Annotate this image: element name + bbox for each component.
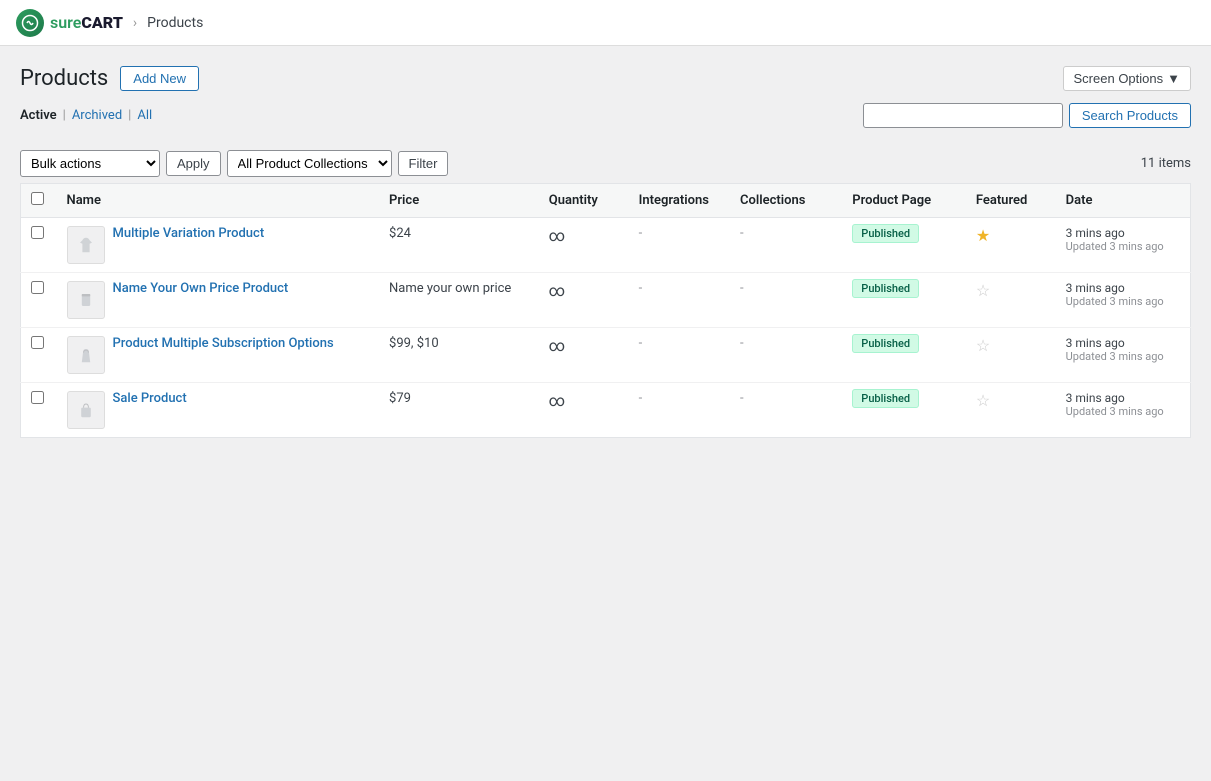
featured-star-icon[interactable]: ☆ bbox=[976, 281, 990, 300]
filter-button[interactable]: Filter bbox=[398, 151, 449, 176]
product-integrations-cell: - bbox=[629, 383, 730, 438]
bulk-actions-select[interactable]: Bulk actions bbox=[20, 150, 160, 177]
product-featured-cell: ☆ bbox=[966, 328, 1056, 383]
product-name-cell: Name Your Own Price Product bbox=[57, 273, 380, 328]
page-header: Products Add New Screen Options ▼ bbox=[20, 66, 1191, 91]
page-header-left: Products Add New bbox=[20, 66, 199, 91]
col-header-integrations: Integrations bbox=[629, 184, 730, 218]
product-name-cell: Product Multiple Subscription Options bbox=[57, 328, 380, 383]
col-header-price: Price bbox=[379, 184, 539, 218]
product-collections-cell: - bbox=[730, 218, 842, 273]
row-checkbox[interactable] bbox=[31, 391, 44, 404]
product-collections-cell: - bbox=[730, 273, 842, 328]
row-checkbox-cell bbox=[21, 218, 57, 273]
product-date-cell: 3 mins ago Updated 3 mins ago bbox=[1056, 383, 1191, 438]
table-row: Product Multiple Subscription Options $9… bbox=[21, 328, 1191, 383]
screen-options-label: Screen Options bbox=[1074, 71, 1164, 86]
top-bar: sureCART › Products bbox=[0, 0, 1211, 46]
product-thumbnail bbox=[67, 391, 105, 429]
product-name-link[interactable]: Name Your Own Price Product bbox=[113, 281, 289, 296]
filter-archived-link[interactable]: Archived bbox=[72, 108, 122, 123]
product-price-cell: $99, $10 bbox=[379, 328, 539, 383]
col-header-product-page: Product Page bbox=[842, 184, 966, 218]
products-table: Name Price Quantity Integrations Collect… bbox=[20, 183, 1191, 438]
product-quantity-cell: ∞ bbox=[539, 218, 629, 273]
product-thumbnail bbox=[67, 226, 105, 264]
product-date-cell: 3 mins ago Updated 3 mins ago bbox=[1056, 273, 1191, 328]
breadcrumb-products: Products bbox=[147, 15, 203, 31]
product-price-cell: Name your own price bbox=[379, 273, 539, 328]
product-name-link[interactable]: Sale Product bbox=[113, 391, 187, 406]
sep1: | bbox=[63, 108, 66, 123]
item-count: 11 items bbox=[1141, 156, 1191, 171]
logo-icon bbox=[16, 9, 44, 37]
product-featured-cell: ☆ bbox=[966, 383, 1056, 438]
product-featured-cell: ★ bbox=[966, 218, 1056, 273]
col-header-name: Name bbox=[57, 184, 380, 218]
search-row: Search Products bbox=[863, 103, 1191, 128]
row-checkbox-cell bbox=[21, 328, 57, 383]
product-page-cell: Published bbox=[842, 383, 966, 438]
table-row: Multiple Variation Product $24 ∞ - - Pub… bbox=[21, 218, 1191, 273]
product-page-cell: Published bbox=[842, 328, 966, 383]
product-name-cell: Sale Product bbox=[57, 383, 380, 438]
product-thumbnail bbox=[67, 336, 105, 374]
add-new-button[interactable]: Add New bbox=[120, 66, 199, 91]
product-thumbnail bbox=[67, 281, 105, 319]
product-quantity-cell: ∞ bbox=[539, 383, 629, 438]
page-title: Products bbox=[20, 66, 108, 91]
chevron-down-icon: ▼ bbox=[1167, 71, 1180, 86]
tablenav-left: Bulk actions Apply All Product Collectio… bbox=[20, 150, 448, 177]
logo: sureCART bbox=[16, 9, 123, 37]
table-row: Name Your Own Price Product Name your ow… bbox=[21, 273, 1191, 328]
select-all-checkbox[interactable] bbox=[31, 192, 44, 205]
product-collections-cell: - bbox=[730, 383, 842, 438]
product-price-cell: $79 bbox=[379, 383, 539, 438]
product-price-cell: $24 bbox=[379, 218, 539, 273]
sep2: | bbox=[128, 108, 131, 123]
product-featured-cell: ☆ bbox=[966, 273, 1056, 328]
row-checkbox-cell bbox=[21, 383, 57, 438]
table-row: Sale Product $79 ∞ - - Published ☆ 3 min… bbox=[21, 383, 1191, 438]
row-checkbox-cell bbox=[21, 273, 57, 328]
product-quantity-cell: ∞ bbox=[539, 273, 629, 328]
product-date-cell: 3 mins ago Updated 3 mins ago bbox=[1056, 328, 1191, 383]
screen-options-button[interactable]: Screen Options ▼ bbox=[1063, 66, 1191, 91]
row-checkbox[interactable] bbox=[31, 336, 44, 349]
filter-all-link[interactable]: All bbox=[137, 108, 152, 123]
row-checkbox[interactable] bbox=[31, 226, 44, 239]
row-checkbox[interactable] bbox=[31, 281, 44, 294]
col-header-date: Date bbox=[1056, 184, 1191, 218]
search-input[interactable] bbox=[863, 103, 1063, 128]
select-all-header bbox=[21, 184, 57, 218]
col-header-collections: Collections bbox=[730, 184, 842, 218]
product-integrations-cell: - bbox=[629, 328, 730, 383]
collections-filter-select[interactable]: All Product Collections bbox=[227, 150, 392, 177]
col-header-quantity: Quantity bbox=[539, 184, 629, 218]
table-header-row: Name Price Quantity Integrations Collect… bbox=[21, 184, 1191, 218]
status-filter-nav: Active | Archived | All bbox=[20, 108, 152, 123]
product-integrations-cell: - bbox=[629, 273, 730, 328]
product-date-cell: 3 mins ago Updated 3 mins ago bbox=[1056, 218, 1191, 273]
search-products-button[interactable]: Search Products bbox=[1069, 103, 1191, 128]
product-page-cell: Published bbox=[842, 218, 966, 273]
logo-text: sureCART bbox=[50, 13, 123, 32]
product-page-cell: Published bbox=[842, 273, 966, 328]
filter-active-link[interactable]: Active bbox=[20, 108, 57, 123]
featured-star-icon[interactable]: ☆ bbox=[976, 336, 990, 355]
apply-button[interactable]: Apply bbox=[166, 151, 221, 176]
product-name-cell: Multiple Variation Product bbox=[57, 218, 380, 273]
product-quantity-cell: ∞ bbox=[539, 328, 629, 383]
product-integrations-cell: - bbox=[629, 218, 730, 273]
product-collections-cell: - bbox=[730, 328, 842, 383]
featured-star-icon[interactable]: ★ bbox=[976, 226, 990, 245]
product-name-link[interactable]: Product Multiple Subscription Options bbox=[113, 336, 334, 351]
product-name-link[interactable]: Multiple Variation Product bbox=[113, 226, 265, 241]
breadcrumb-separator: › bbox=[133, 15, 137, 31]
col-header-featured: Featured bbox=[966, 184, 1056, 218]
main-content: Products Add New Screen Options ▼ Active… bbox=[0, 46, 1211, 781]
tablenav: Bulk actions Apply All Product Collectio… bbox=[20, 150, 1191, 177]
featured-star-icon[interactable]: ☆ bbox=[976, 391, 990, 410]
